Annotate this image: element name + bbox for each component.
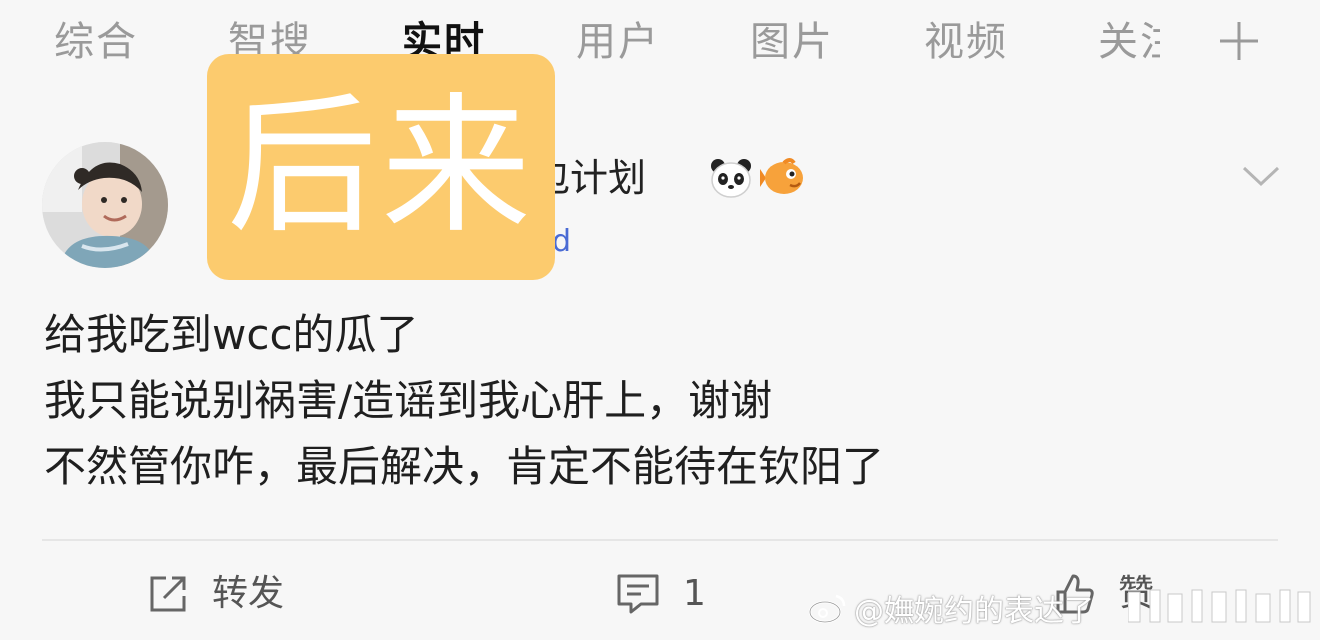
tab-视频[interactable]: 视频 bbox=[924, 16, 1008, 68]
blurred-watermark-tail bbox=[1128, 589, 1311, 623]
repost-label: 转发 bbox=[212, 573, 285, 614]
search-tab-bar: 综合 智搜 实时 用户 图片 视频 关注 bbox=[0, 0, 1320, 90]
weibo-watermark: @嫵婉约的表达了 bbox=[808, 588, 1094, 629]
text-sticker-overlay: 后来 bbox=[207, 54, 555, 280]
watermark-text: @嫵婉约的表达了 bbox=[854, 594, 1094, 629]
plus-icon[interactable] bbox=[1214, 16, 1264, 66]
tab-用户[interactable]: 用户 bbox=[576, 16, 660, 68]
post-line: 给我吃到wcc的瓜了 bbox=[44, 310, 419, 359]
panda-icon bbox=[711, 159, 751, 198]
post-body[interactable]: 给我吃到wcc的瓜了 我只能说别祸害/造谣到我心肝上，谢谢 不然管你咋，最后解决… bbox=[44, 302, 1284, 500]
repost-icon bbox=[150, 576, 186, 612]
comment-icon bbox=[617, 574, 659, 614]
divider bbox=[42, 539, 1278, 541]
post-line: 不然管你咋，最后解决，肯定不能待在钦阳了 bbox=[44, 442, 885, 491]
tab-综合[interactable]: 综合 bbox=[54, 16, 138, 68]
repost-button[interactable]: 转发 bbox=[146, 566, 284, 622]
comment-button[interactable]: 1 bbox=[615, 566, 706, 622]
weibo-logo-icon bbox=[808, 594, 846, 624]
fish-icon bbox=[760, 158, 803, 194]
tab-关注[interactable]: 关注 bbox=[1098, 16, 1160, 68]
chevron-down-icon[interactable] bbox=[1238, 152, 1284, 198]
tab-图片[interactable]: 图片 bbox=[750, 16, 834, 68]
comment-count: 1 bbox=[683, 573, 706, 614]
sticker-text: 后来 bbox=[226, 80, 535, 254]
avatar-image bbox=[42, 142, 168, 268]
post-line: 我只能说别祸害/造谣到我心肝上，谢谢 bbox=[44, 376, 773, 425]
avatar[interactable] bbox=[42, 142, 168, 268]
